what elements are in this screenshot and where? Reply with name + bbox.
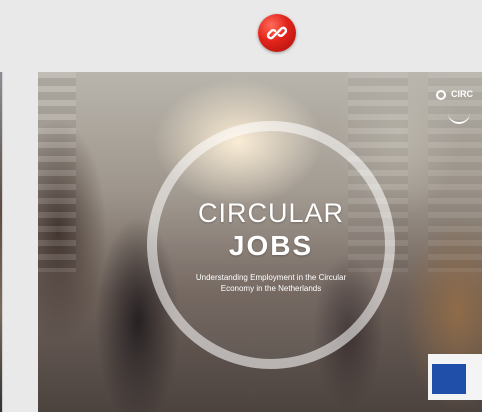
- cover-subtitle: Understanding Employment in the Circular…: [195, 273, 347, 293]
- previous-slide-card[interactable]: [0, 72, 3, 412]
- logo-mark-icon: [436, 90, 446, 100]
- eu-flag-icon: [432, 364, 466, 394]
- background-building: [38, 72, 76, 272]
- report-cover-image[interactable]: CIRCULAR JOBS Understanding Employment i…: [38, 72, 482, 412]
- cover-title-line-2: JOBS: [228, 230, 314, 261]
- link-button[interactable]: [258, 14, 296, 52]
- logo-text: CIRC: [451, 89, 473, 99]
- link-icon: [266, 26, 288, 40]
- smile-logo-icon: [448, 110, 470, 124]
- circle-economy-logo: CIRC: [436, 89, 482, 130]
- cover-title-line-1: CIRCULAR: [197, 198, 345, 228]
- funder-logo-badge: [428, 354, 482, 400]
